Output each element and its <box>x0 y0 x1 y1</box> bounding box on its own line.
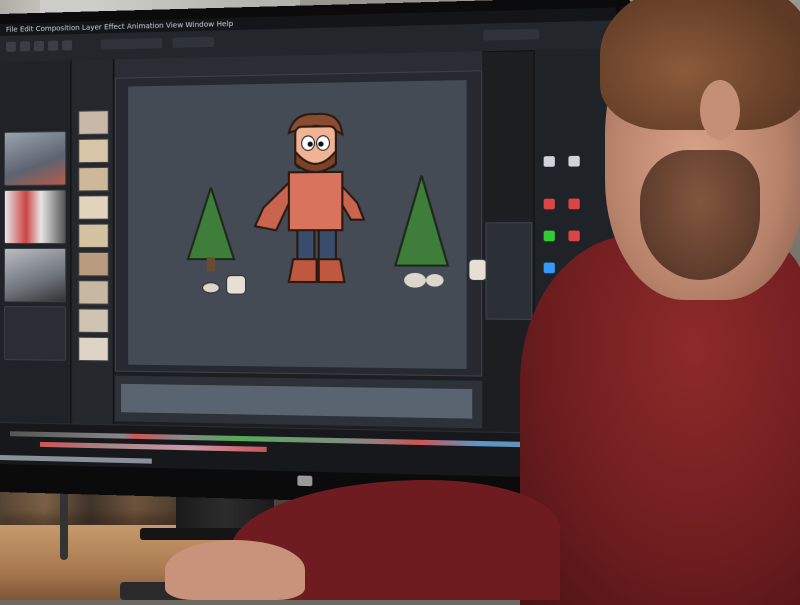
swatch[interactable] <box>543 230 555 242</box>
media-thumbnail[interactable] <box>3 189 67 244</box>
person-beard <box>640 150 760 280</box>
asset-thumbnail[interactable] <box>78 110 109 135</box>
person-ear <box>700 80 740 140</box>
asset-thumbnail[interactable] <box>78 280 109 305</box>
asset-thumbnail[interactable] <box>78 251 109 277</box>
media-thumbnail[interactable] <box>3 247 67 303</box>
asset-thumbnail[interactable] <box>78 138 109 164</box>
asset-thumbnail[interactable] <box>78 336 109 362</box>
pause-icon[interactable] <box>19 41 30 52</box>
timeline-clip[interactable] <box>39 441 267 453</box>
cartoon-character <box>251 103 379 301</box>
asset-thumbnail[interactable] <box>78 195 109 220</box>
preview-strip <box>114 375 483 429</box>
swatch[interactable] <box>543 262 555 274</box>
tool-options-2[interactable] <box>172 36 215 48</box>
swatch[interactable] <box>568 198 580 210</box>
timeline-clip[interactable] <box>0 455 152 464</box>
asset-thumbnail[interactable] <box>78 308 109 334</box>
asset-thumbnail[interactable] <box>78 166 109 192</box>
person-hand <box>165 540 305 600</box>
asset-thumbnail[interactable] <box>78 223 109 248</box>
workspace-switcher[interactable] <box>483 28 540 41</box>
media-thumbnail[interactable] <box>3 131 67 186</box>
assets-panel <box>72 59 114 425</box>
brush-icon[interactable] <box>48 40 59 51</box>
tree-illustration <box>180 187 243 272</box>
rock-illustration <box>201 267 253 298</box>
cable <box>60 490 68 560</box>
tree-illustration <box>387 175 457 288</box>
tool-options[interactable] <box>100 38 163 50</box>
composition-viewport[interactable] <box>114 70 482 377</box>
select-icon[interactable] <box>33 40 44 52</box>
play-icon[interactable] <box>5 41 16 52</box>
swatch[interactable] <box>568 155 580 167</box>
zoom-icon[interactable] <box>62 40 73 51</box>
preview-bar[interactable] <box>121 383 473 419</box>
animation-canvas[interactable] <box>128 80 466 369</box>
media-thumbnail[interactable] <box>3 306 67 361</box>
floating-properties-panel[interactable] <box>485 222 533 320</box>
swatch[interactable] <box>543 198 555 210</box>
swatch[interactable] <box>543 156 555 167</box>
swatch[interactable] <box>568 230 580 242</box>
brand-logo <box>297 475 313 487</box>
project-panel <box>0 60 72 424</box>
